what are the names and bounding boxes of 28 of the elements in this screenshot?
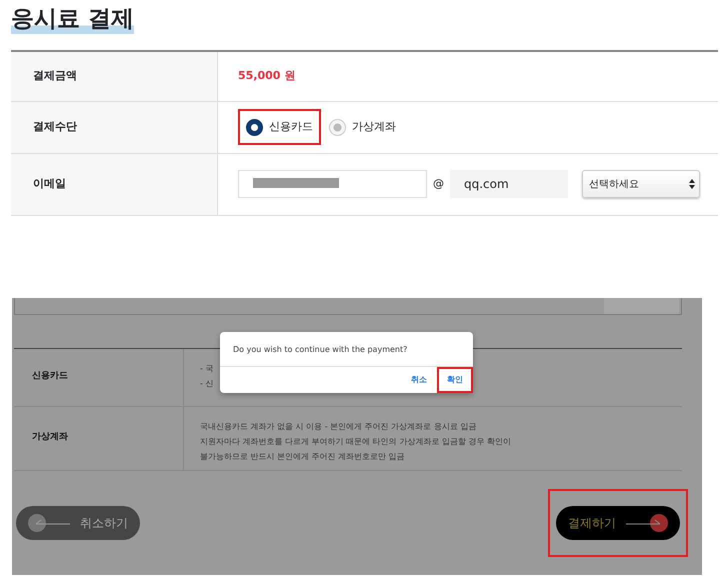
confirm-button[interactable]: 확인 [437,366,473,393]
amount-value: 55,000 원 [238,68,296,84]
select-text: 선택하세요 [589,178,639,192]
field-label: 결제금액 [11,52,218,101]
cancel-button[interactable]: 취소하기 [16,506,140,540]
info-text: 지원자마다 계좌번호를 다르게 부여하기 때문에 타인의 가상계좌로 입금할 경우 확인이 [200,436,511,448]
table-label: 가상계좌 [14,406,184,470]
domain-field[interactable]: qq.com [450,170,568,198]
arrow-left-icon [28,514,70,532]
domain-select[interactable]: 선택하세요 [582,170,700,198]
info-text: 불가능하므로 반드시 본인에게 주어진 계좌번호로만 입금 [200,450,406,463]
radio-label[interactable]: 가상계좌 [352,118,396,136]
radio-label[interactable]: 신용카드 [269,118,313,136]
field-label: 결제수단 [11,102,218,153]
table-label: 신용카드 [14,348,184,406]
info-text: - 신 [200,378,214,390]
arrow-right-icon [626,514,668,532]
cancel-button[interactable]: 취소 [401,366,437,393]
dialog-message: Do you wish to continue with the payment? [220,332,473,367]
email-input[interactable] [238,170,427,198]
field-label: 이메일 [11,154,218,215]
pay-button[interactable]: 결제하기 [556,506,680,540]
sort-arrows-icon [689,179,695,190]
info-text: - 국 [200,362,214,375]
info-text: 국내신용카드 계좌가 없을 시 이용 - 본인에게 주어진 가상계좌로 응시료 입금 [200,420,478,433]
radio-button[interactable] [246,118,263,136]
at-sign: @ [433,176,444,192]
page-title: 응시료 결제 [11,6,134,34]
